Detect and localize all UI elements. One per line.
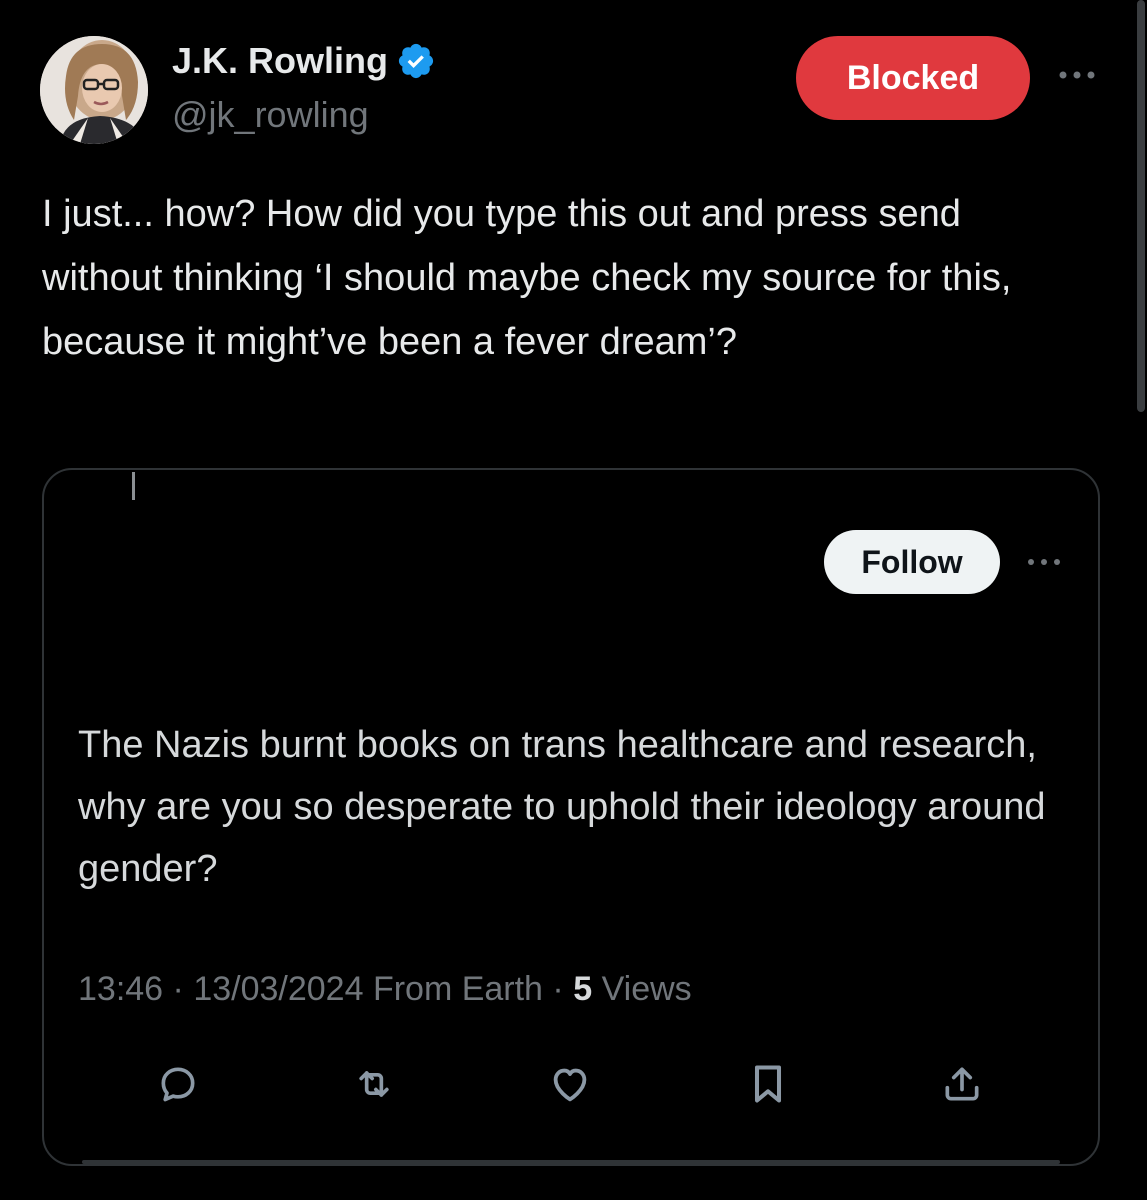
share-icon[interactable] [932,1054,992,1114]
tweet-source: From Earth [372,970,543,1008]
more-horizontal-icon[interactable] [1024,554,1064,570]
author-display-name[interactable]: J.K. Rowling [172,40,388,82]
author-handle[interactable]: @jk_rowling [172,94,369,136]
reply-icon[interactable] [148,1054,208,1114]
author-name-row[interactable]: J.K. Rowling [172,40,436,82]
retweet-icon[interactable] [344,1054,404,1114]
tweet-actions [44,1054,1098,1114]
text-cursor [132,472,135,500]
tweet-date[interactable]: 13/03/2024 [193,970,363,1008]
blocked-button[interactable]: Blocked [796,36,1030,120]
avatar[interactable] [40,36,148,144]
quoted-tweet-card[interactable]: Follow The Nazis burnt books on trans he… [42,468,1100,1166]
bookmark-icon[interactable] [738,1054,798,1114]
scrollbar[interactable] [1137,0,1145,412]
meta-separator: · [542,970,574,1008]
verified-badge-icon [396,41,436,81]
tweet-text: I just... how? How did you type this out… [42,193,1012,363]
follow-button[interactable]: Follow [824,530,1000,594]
views-count: 5 [573,970,593,1008]
tweet-time[interactable]: 13:46 [78,970,163,1008]
views-label: Views [601,970,692,1008]
card-bottom-divider [82,1160,1060,1164]
more-horizontal-icon[interactable] [1054,60,1100,90]
tweet-metadata: 13:46 · 13/03/2024 From Earth · 5 Views [78,970,692,1009]
heart-icon[interactable] [540,1054,600,1114]
avatar-photo [40,36,148,144]
quoted-tweet-text: The Nazis burnt books on trans healthcar… [78,724,1046,890]
meta-separator: · [163,970,194,1008]
